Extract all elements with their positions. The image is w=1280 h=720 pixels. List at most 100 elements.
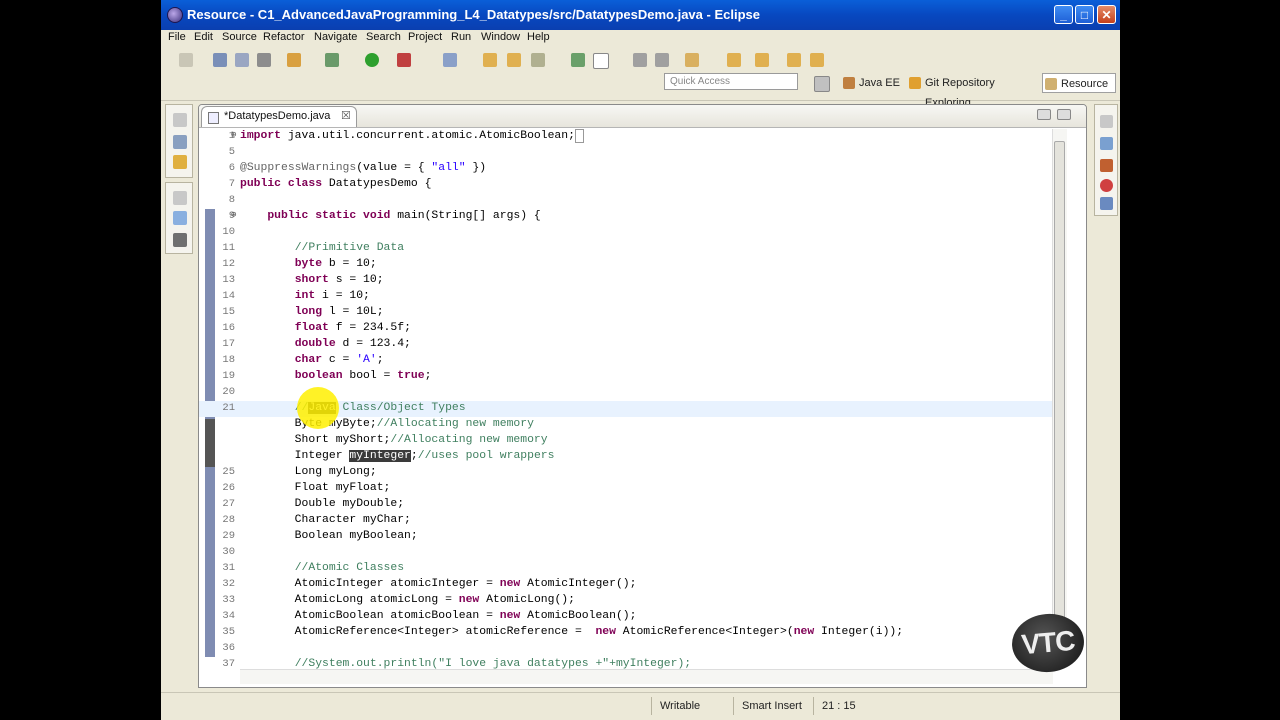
line-number: 7 (228, 178, 235, 190)
scroll-thumb[interactable] (1054, 141, 1065, 621)
code-line[interactable]: Integer myInteger;//uses pool wrappers (199, 449, 1054, 465)
external-tools-icon[interactable] (397, 53, 411, 67)
next-edit-icon[interactable] (787, 53, 801, 67)
show-whitespace-icon[interactable] (655, 53, 669, 67)
next-annotation-icon[interactable] (685, 53, 699, 67)
package-explorer-icon[interactable] (173, 135, 187, 149)
code-line[interactable]: 26 Float myFloat; (199, 481, 1054, 497)
code-line[interactable]: 34 AtomicBoolean atomicBoolean = new Ato… (199, 609, 1054, 625)
line-number: 29 (222, 530, 235, 542)
code-line[interactable]: 31 //Atomic Classes (199, 561, 1054, 577)
maximize-button[interactable]: □ (1075, 5, 1094, 24)
code-line[interactable]: 5 (199, 145, 1054, 161)
block-selection-icon[interactable] (633, 53, 647, 67)
code-line[interactable]: 30 (199, 545, 1054, 561)
perspective-git[interactable]: Git Repository Exploring (907, 73, 1039, 109)
annotation-icon[interactable] (571, 53, 585, 67)
code-text: double d = 123.4; (294, 338, 411, 350)
problems-icon[interactable] (1100, 137, 1113, 150)
minimize-button[interactable]: _ (1054, 5, 1073, 24)
quick-access-input[interactable]: Quick Access (664, 73, 798, 90)
code-line[interactable]: 18 char c = 'A'; (199, 353, 1054, 369)
forward-icon[interactable] (727, 53, 741, 67)
close-button[interactable]: ✕ (1097, 5, 1116, 24)
print-icon[interactable] (257, 53, 271, 67)
vertical-scrollbar[interactable] (1052, 129, 1067, 665)
code-line[interactable]: 8 (199, 193, 1054, 209)
last-edit-icon[interactable] (810, 53, 824, 67)
search-icon[interactable] (531, 53, 545, 67)
code-line[interactable]: 14 int i = 10; (199, 289, 1054, 305)
code-line[interactable]: 16 float f = 234.5f; (199, 321, 1054, 337)
code-line[interactable]: 12 byte b = 10; (199, 257, 1054, 273)
code-line[interactable]: 28 Character myChar; (199, 513, 1054, 529)
mark-occurrences-icon[interactable] (593, 53, 609, 69)
code-line[interactable]: 10 (199, 225, 1054, 241)
tab-close-icon[interactable]: ☒ (341, 107, 351, 126)
server-icon[interactable] (287, 53, 301, 67)
menu-project[interactable]: Project (408, 31, 442, 43)
code-line[interactable]: Short myShort;//Allocating new memory (199, 433, 1054, 449)
code-line[interactable]: 15 long l = 10L; (199, 305, 1054, 321)
servers-icon[interactable] (1100, 159, 1113, 172)
outline-icon[interactable] (173, 211, 187, 225)
code-line[interactable]: 32 AtomicInteger atomicInteger = new Ato… (199, 577, 1054, 593)
menu-refactor[interactable]: Refactor (263, 31, 305, 43)
new-icon[interactable] (179, 53, 193, 67)
restore-icon-3[interactable] (1100, 115, 1113, 128)
save-all-icon[interactable] (235, 53, 249, 67)
menu-file[interactable]: File (168, 31, 186, 43)
line-number: 35 (222, 626, 235, 638)
code-line[interactable]: 19 boolean bool = true; (199, 369, 1054, 385)
fold-toggle-icon[interactable]: ⊖ (231, 210, 236, 220)
new-java-project-icon[interactable] (443, 53, 457, 67)
code-line[interactable]: 1 ⊕ import java.util.concurrent.atomic.Ato… (199, 129, 1054, 145)
run-icon[interactable] (365, 53, 379, 67)
debug-icon[interactable] (325, 53, 339, 67)
horizontal-scrollbar[interactable] (240, 669, 1053, 684)
code-line[interactable]: 9 ⊖ public static void main(String[] args… (199, 209, 1054, 225)
project-explorer-icon[interactable] (173, 155, 187, 169)
menu-help[interactable]: Help (527, 31, 550, 43)
back-icon[interactable] (755, 53, 769, 67)
menu-window[interactable]: Window (481, 31, 520, 43)
console-icon[interactable] (1100, 197, 1113, 210)
save-icon[interactable] (213, 53, 227, 67)
open-type-icon[interactable] (483, 53, 497, 67)
code-text: float f = 234.5f; (294, 322, 411, 334)
code-line[interactable]: 7 public class DatatypesDemo { (199, 177, 1054, 193)
code-line[interactable]: 13 short s = 10; (199, 273, 1054, 289)
error-log-icon[interactable] (1100, 179, 1113, 192)
perspective-resource[interactable]: Resource (1042, 73, 1116, 93)
open-task-icon[interactable] (507, 53, 521, 67)
menu-bar: File Edit Source Refactor Navigate Searc… (161, 30, 1120, 48)
code-line[interactable]: 17 double d = 123.4; (199, 337, 1054, 353)
fold-toggle-icon[interactable]: ⊕ (231, 130, 236, 140)
menu-search[interactable]: Search (366, 31, 401, 43)
maximize-editor-icon[interactable] (1057, 109, 1071, 120)
restore-icon-2[interactable] (173, 191, 187, 205)
menu-edit[interactable]: Edit (194, 31, 213, 43)
code-line[interactable]: 11 //Primitive Data (199, 241, 1054, 257)
menu-navigate[interactable]: Navigate (314, 31, 357, 43)
mouse-cursor-highlight (297, 387, 339, 429)
line-number: 36 (222, 642, 235, 654)
code-line[interactable]: 29 Boolean myBoolean; (199, 529, 1054, 545)
menu-source[interactable]: Source (222, 31, 257, 43)
task-list-icon[interactable] (173, 233, 187, 247)
code-line[interactable]: 35 AtomicReference<Integer> atomicRefere… (199, 625, 1054, 641)
code-text: Boolean myBoolean; (240, 530, 418, 542)
code-line[interactable]: 25 Long myLong; (199, 465, 1054, 481)
code-line[interactable]: 6 @SuppressWarnings(value = { "all" }) (199, 161, 1054, 177)
menu-run[interactable]: Run (451, 31, 471, 43)
open-perspective-icon[interactable] (814, 76, 830, 92)
minimize-editor-icon[interactable] (1037, 109, 1051, 120)
tab-datatypes-demo[interactable]: *DatatypesDemo.java ☒ (201, 106, 357, 127)
line-number: 18 (222, 354, 235, 366)
code-line[interactable]: 27 Double myDouble; (199, 497, 1054, 513)
perspective-java-ee[interactable]: Java EE (841, 73, 903, 93)
code-line[interactable]: 36 (199, 641, 1054, 657)
line-number: 26 (222, 482, 235, 494)
restore-icon[interactable] (173, 113, 187, 127)
code-line[interactable]: 33 AtomicLong atomicLong = new AtomicLon… (199, 593, 1054, 609)
